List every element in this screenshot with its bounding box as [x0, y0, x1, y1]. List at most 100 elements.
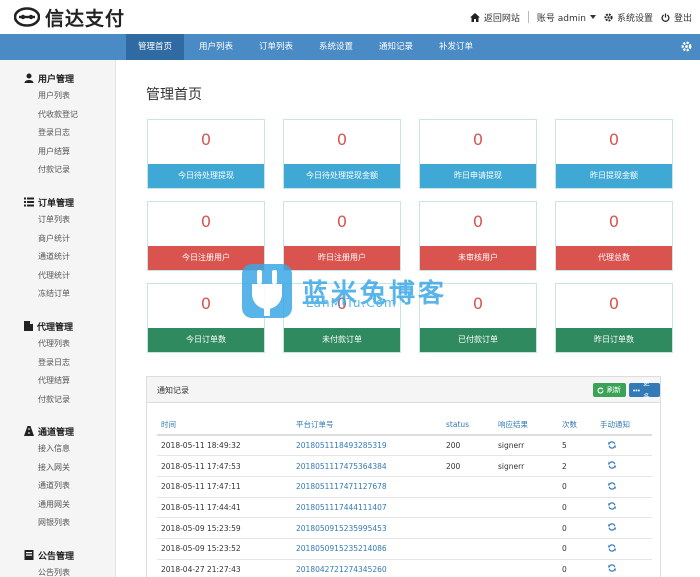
stat-card[interactable]: 0 未审核用户	[419, 201, 537, 271]
nav-dashboard[interactable]: 管理首页	[126, 34, 184, 60]
cell-manual-notify	[596, 455, 652, 477]
stat-value: 0	[608, 212, 620, 231]
stat-card[interactable]: 0 昨日提现金额	[555, 119, 673, 189]
sidebar-group-channels: 通道管理 接入信息 接入网关 通道列表 通用网关 网银列表	[0, 422, 116, 533]
column-header-count: 次数	[558, 415, 596, 436]
stat-card[interactable]: 0 今日待处理提现金额	[283, 119, 401, 189]
power-icon	[661, 12, 670, 22]
sidebar-item-channel-list[interactable]: 通道列表	[0, 477, 116, 496]
resend-icon[interactable]	[608, 564, 616, 573]
nav-resend-orders[interactable]: 补发订单	[426, 34, 486, 60]
cell-manual-notify	[596, 538, 652, 560]
notify-table: 时间 平台订单号 status 响应结果 次数 手动通知 2018-05-11 …	[157, 415, 652, 577]
sidebar-item-access-gateway[interactable]: 接入网关	[0, 459, 116, 478]
cell-order-no-link[interactable]: 2018051118493285319	[292, 435, 442, 457]
nav-user-list[interactable]: 用户列表	[186, 34, 246, 60]
refresh-button[interactable]: 刷新	[593, 383, 626, 397]
cell-count: 0	[558, 517, 596, 539]
stat-value: 0	[608, 294, 620, 313]
sidebar-group-header[interactable]: 用户管理	[0, 69, 116, 87]
logo-icon	[14, 7, 40, 27]
sidebar-item-agent-stats[interactable]: 代理统计	[0, 267, 116, 286]
cell-response: signerr	[494, 455, 558, 477]
sidebar-item-payment-records[interactable]: 付款记录	[0, 161, 116, 180]
stat-value: 0	[200, 130, 212, 149]
divider	[527, 11, 529, 23]
nav-system-settings[interactable]: 系统设置	[306, 34, 366, 60]
resend-icon[interactable]	[608, 523, 616, 531]
resend-icon[interactable]	[608, 440, 616, 449]
sidebar-item-access-info[interactable]: 接入信息	[0, 440, 116, 459]
sidebar-item-agent-settlement[interactable]: 代理结算	[0, 372, 116, 391]
column-header-time: 时间	[157, 415, 292, 436]
sidebar-item-frozen-orders[interactable]: 冻结订单	[0, 285, 116, 304]
sidebar-item-login-log[interactable]: 登录日志	[0, 124, 116, 143]
cell-manual-notify	[596, 517, 652, 539]
sidebar-item-announcement-list[interactable]: 公告列表	[0, 564, 116, 577]
back-to-site-link[interactable]: 返回网站	[469, 11, 520, 24]
logout-link[interactable]: 登出	[661, 11, 692, 24]
sidebar-item-generic-gateway[interactable]: 通用网关	[0, 496, 116, 515]
cell-order-no-link[interactable]: 2018051117444111407	[292, 497, 442, 519]
stat-card[interactable]: 0 昨日申请提现	[419, 119, 537, 189]
cell-status	[442, 538, 494, 560]
sidebar-item-merchant-stats[interactable]: 商户统计	[0, 230, 116, 249]
cell-order-no-link[interactable]: 2018051117471127678	[292, 476, 442, 498]
account-dropdown[interactable]: 账号 admin	[537, 11, 596, 24]
cell-count: 0	[558, 497, 596, 519]
sidebar-item-bank-list[interactable]: 网银列表	[0, 514, 116, 533]
resend-icon[interactable]	[608, 544, 616, 552]
system-settings-link[interactable]: 系统设置	[604, 11, 653, 24]
nav-order-list[interactable]: 订单列表	[246, 34, 306, 60]
cell-response: signerr	[494, 435, 558, 457]
table-row: 2018-05-11 17:47:11 2018051117471127678 …	[157, 476, 652, 498]
sidebar-group-title: 公告管理	[38, 551, 75, 562]
sidebar-item-user-settlement[interactable]: 用户结算	[0, 143, 116, 162]
stat-value: 0	[608, 130, 620, 149]
sidebar-group-header[interactable]: 公告管理	[0, 546, 116, 564]
cell-manual-notify	[596, 497, 652, 519]
cell-count: 0	[558, 476, 596, 498]
stat-card[interactable]: 0 今日待处理提现	[147, 119, 265, 189]
sidebar-item-agent-login-log[interactable]: 登录日志	[0, 354, 116, 373]
nav-notify-records[interactable]: 通知记录	[366, 34, 426, 60]
road-icon	[24, 426, 34, 436]
sidebar-group-users: 用户管理 用户列表 代收款登记 登录日志 用户结算 付款记录	[0, 69, 116, 180]
resend-icon[interactable]	[608, 482, 616, 490]
sidebar-group-header[interactable]: 代理管理	[0, 317, 116, 335]
column-header-manual-notify: 手动通知	[596, 415, 652, 436]
table-header-row: 时间 平台订单号 status 响应结果 次数 手动通知	[157, 415, 652, 436]
cell-manual-notify	[596, 559, 652, 577]
sidebar-item-order-list[interactable]: 订单列表	[0, 211, 116, 230]
cell-order-no-link[interactable]: 2018051117475364384	[292, 455, 442, 477]
sidebar-item-user-list[interactable]: 用户列表	[0, 87, 116, 106]
cell-response	[494, 538, 558, 560]
sidebar-group-orders: 订单管理 订单列表 商户统计 通道统计 代理统计 冻结订单	[0, 193, 116, 304]
stat-card[interactable]: 0 代理总数	[555, 201, 673, 271]
stat-card[interactable]: 0 昨日订单数	[555, 283, 673, 353]
more-button[interactable]: 更多	[629, 379, 660, 401]
sidebar-item-agent-payment-records[interactable]: 付款记录	[0, 391, 116, 410]
resend-icon[interactable]	[608, 502, 616, 511]
resend-icon[interactable]	[608, 461, 616, 469]
sidebar-group-header[interactable]: 订单管理	[0, 193, 116, 211]
panel-header: 通知记录 刷新 更多	[147, 377, 660, 403]
sidebar-item-collection-register[interactable]: 代收款登记	[0, 106, 116, 125]
watermark-plug-icon	[242, 264, 292, 318]
logo[interactable]: 信达支付	[14, 4, 125, 31]
cell-time: 2018-05-11 18:49:32	[157, 435, 292, 457]
stat-label: 昨日提现金额	[556, 164, 672, 188]
account-label: 账号 admin	[536, 13, 586, 24]
stat-card[interactable]: 0 今日注册用户	[147, 201, 265, 271]
cell-order-no-link[interactable]: 2018050915235995453	[292, 517, 442, 539]
stat-card[interactable]: 0 昨日注册用户	[283, 201, 401, 271]
cell-count: 0	[558, 559, 596, 577]
sidebar-group-header[interactable]: 通道管理	[0, 422, 116, 440]
stat-value: 0	[472, 130, 484, 149]
gear-icon[interactable]	[681, 41, 692, 52]
cell-order-no-link[interactable]: 2018042721274345260	[292, 559, 442, 577]
sidebar-item-agent-list[interactable]: 代理列表	[0, 335, 116, 354]
stat-label: 今日待处理提现	[148, 164, 264, 188]
sidebar-item-channel-stats[interactable]: 通道统计	[0, 248, 116, 267]
cell-order-no-link[interactable]: 2018050915235214086	[292, 538, 442, 560]
